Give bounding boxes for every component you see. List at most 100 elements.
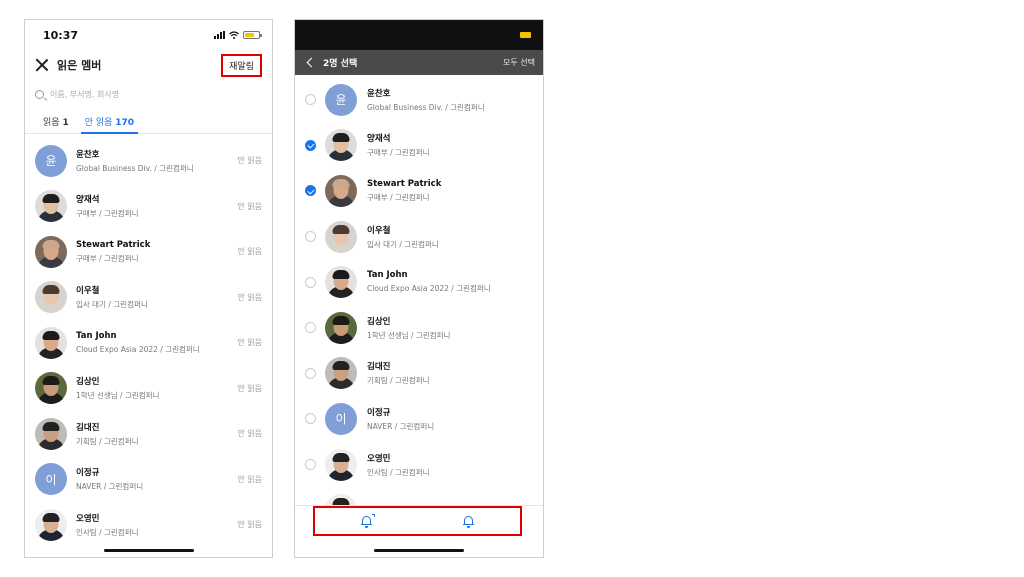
tab-read[interactable]: 읽음 1 xyxy=(35,108,77,133)
unread-status: 안 읽음 xyxy=(237,520,262,530)
member-info: 김상인 1학년 선생님 / 그린컴퍼니 xyxy=(367,315,450,341)
realert-button[interactable]: 재알림 xyxy=(221,53,262,77)
bottom-action-bar xyxy=(295,505,543,557)
list-item[interactable]: 이우철 입사 대기 / 그린컴퍼니 xyxy=(295,214,543,260)
list-item[interactable]: 윤 윤찬호 Global Business Div. / 그린컴퍼니 xyxy=(295,77,543,123)
avatar-letter: 윤 xyxy=(35,144,67,177)
member-department: 입사 대기 / 그린컴퍼니 xyxy=(367,239,439,249)
member-department: 기획팀 / 그린컴퍼니 xyxy=(367,376,430,386)
select-members-screen: 2명 선택 모두 선택 윤 윤찬호 Global Business Div. / 그… xyxy=(294,19,544,558)
avatar-photo xyxy=(35,326,67,359)
select-all-button[interactable]: 모두 선택 xyxy=(503,57,535,68)
status-bar: 10:37 xyxy=(25,20,272,50)
member-name: 양재석 xyxy=(367,134,391,145)
list-item[interactable]: Stewart Patrick 구매부 / 그린컴퍼니 안 읽음 xyxy=(25,229,272,275)
checkbox-unchecked[interactable] xyxy=(305,367,316,379)
search-icon xyxy=(35,89,44,99)
search-bar xyxy=(25,82,272,106)
status-icons xyxy=(214,31,262,39)
member-info: 윤찬호 Global Business Div. / 그린컴퍼니 xyxy=(76,148,262,174)
list-item[interactable]: 양재석 구매부 / 그린컴퍼니 xyxy=(295,123,543,169)
status-time: 10:37 xyxy=(43,28,79,42)
member-info: 양재석 구매부 / 그린컴퍼니 xyxy=(367,132,430,158)
checkbox-unchecked[interactable] xyxy=(305,276,316,288)
checkbox-checked[interactable] xyxy=(305,139,316,151)
avatar-photo xyxy=(325,266,357,299)
wifi-icon xyxy=(229,31,239,39)
member-info: 김상인 1학년 선생님 / 그린컴퍼니 xyxy=(76,375,262,401)
avatar-letter: 윤 xyxy=(325,83,357,116)
close-icon[interactable] xyxy=(35,58,49,72)
member-info: 오영민인사팀 / 그린컴퍼니 xyxy=(76,512,262,538)
avatar-initial: 이 xyxy=(45,472,57,487)
checkbox-unchecked[interactable] xyxy=(305,459,316,471)
avatar-letter: 이 xyxy=(325,402,357,435)
list-item[interactable]: 김대진 기획팀 / 그린컴퍼니 xyxy=(295,351,543,397)
tab-unread[interactable]: 안 읽음 170 xyxy=(77,108,142,134)
unread-status: 안 읽음 xyxy=(237,383,262,393)
member-department: NAVER / 그린컴퍼니 xyxy=(367,421,435,431)
member-name: 윤찬호 xyxy=(76,149,100,160)
avatar-photo xyxy=(325,311,357,344)
avatar-photo xyxy=(325,357,357,390)
list-item[interactable]: 윤 윤찬호 Global Business Div. / 그린컴퍼니 안 읽음 xyxy=(25,138,272,184)
search-input[interactable] xyxy=(50,89,230,99)
avatar-photo xyxy=(35,281,67,314)
checkbox-unchecked[interactable] xyxy=(305,413,316,425)
selectable-member-list: 윤 윤찬호 Global Business Div. / 그린컴퍼니 양재석 구매부 /… xyxy=(295,75,543,507)
checkbox-checked[interactable] xyxy=(305,185,316,197)
list-item[interactable]: 이우철 입사 대기 / 그린컴퍼니 안 읽음 xyxy=(25,275,272,321)
member-list: 윤 윤찬호 Global Business Div. / 그린컴퍼니 안 읽음 양재석 구… xyxy=(25,134,272,548)
member-info: 양재석 구매부 / 그린컴퍼니 xyxy=(76,193,262,219)
list-item[interactable]: 김상인 1학년 선생님 / 그린컴퍼니 안 읽음 xyxy=(25,366,272,412)
list-item[interactable]: 이 이정규 NAVER / 그린컴퍼니 안 읽음 xyxy=(25,457,272,503)
member-department: 인사팀 / 그린컴퍼니 xyxy=(76,527,139,537)
member-info: Tan John Cloud Expo Asia 2022 / 그린컴퍼니 xyxy=(367,270,491,294)
list-item[interactable]: Tan John Cloud Expo Asia 2022 / 그린컴퍼니 안 읽음 xyxy=(25,320,272,366)
battery-icon xyxy=(520,32,531,38)
list-item[interactable]: Stewart Patrick 구매부 / 그린컴퍼니 xyxy=(295,168,543,214)
battery-icon xyxy=(243,31,262,39)
member-department: 구매부 / 그린컴퍼니 xyxy=(367,192,430,202)
member-info: 김대진 기획팀 / 그린컴퍼니 xyxy=(367,360,430,386)
member-info: 김대진 기획팀 / 그린컴퍼니 xyxy=(76,421,262,447)
unread-status: 안 읽음 xyxy=(237,156,262,166)
checkbox-unchecked[interactable] xyxy=(305,322,316,334)
avatar-photo xyxy=(325,174,357,207)
list-item[interactable]: 김대진 기획팀 / 그린컴퍼니 안 읽음 xyxy=(25,411,272,457)
unread-status: 안 읽음 xyxy=(237,201,262,211)
member-department: 1학년 선생님 / 그린컴퍼니 xyxy=(367,330,451,340)
bell-ringing-icon[interactable] xyxy=(360,514,375,528)
checkbox-unchecked[interactable] xyxy=(305,231,316,243)
member-name: 김대진 xyxy=(76,422,100,433)
list-item[interactable]: Tan John Cloud Expo Asia 2022 / 그린컴퍼니 xyxy=(295,259,543,305)
member-department: Global Business Div. / 그린컴퍼니 xyxy=(367,102,485,112)
member-name: Tan John xyxy=(367,270,408,281)
member-info: 윤찬호 Global Business Div. / 그린컴퍼니 xyxy=(367,87,485,113)
read-members-screen: 10:37 읽은 멤버 재알림 이름, 부서명, 회사명 읽음 1 안 읽음 1… xyxy=(24,19,273,558)
avatar-photo xyxy=(325,220,357,253)
member-department: 인사팀 / 그린컴퍼니 xyxy=(367,467,430,477)
list-item[interactable]: 오영민 인사팀 / 그린컴퍼니 안 읽음 xyxy=(25,502,272,548)
unread-status: 안 읽음 xyxy=(237,247,262,257)
stage: 10:37 읽은 멤버 재알림 이름, 부서명, 회사명 읽음 1 안 읽음 1… xyxy=(0,0,1024,577)
checkbox-unchecked[interactable] xyxy=(305,94,316,106)
list-item[interactable]: 오영민인사팀 / 그린컴퍼니 xyxy=(295,442,543,488)
list-item[interactable]: 김상인 1학년 선생님 / 그린컴퍼니 xyxy=(295,305,543,351)
member-name: 오영민 xyxy=(76,513,100,524)
list-item[interactable]: 이 이정규 NAVER / 그린컴퍼니 xyxy=(295,396,543,442)
avatar-photo xyxy=(325,448,357,481)
member-name: 이정규 xyxy=(76,468,100,479)
member-name: 이정규 xyxy=(367,407,391,418)
list-item[interactable]: 양재석 구매부 / 그린컴퍼니 안 읽음 xyxy=(25,184,272,230)
back-icon[interactable] xyxy=(306,57,317,68)
home-indicator xyxy=(374,549,464,552)
avatar-photo xyxy=(35,372,67,405)
member-name: 윤찬호 xyxy=(367,88,391,99)
member-info: 이정규 NAVER / 그린컴퍼니 xyxy=(76,466,262,492)
read-status-tabs: 읽음 1 안 읽음 170 xyxy=(25,108,272,134)
member-department: 구매부 / 그린컴퍼니 xyxy=(76,209,139,219)
bell-icon[interactable] xyxy=(463,515,475,528)
unread-status: 안 읽음 xyxy=(237,292,262,302)
member-name: 오영민 xyxy=(367,453,391,464)
